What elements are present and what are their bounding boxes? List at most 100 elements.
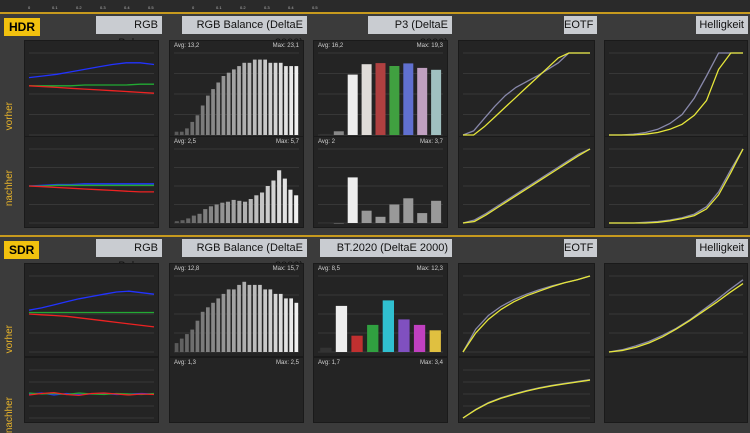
sdr-row-vorher-label: vorher <box>4 325 15 354</box>
bar <box>237 200 242 223</box>
bar <box>333 131 344 135</box>
bar <box>278 293 283 352</box>
hdr-rgb-vorher <box>24 40 159 140</box>
bar <box>294 195 299 224</box>
sdr-de-vorher-max: Max: 15,7 <box>272 266 299 272</box>
bar <box>284 66 288 135</box>
bar <box>367 324 379 352</box>
bar <box>333 223 344 224</box>
bar <box>206 307 210 352</box>
top-tick-label: 0 <box>28 5 31 10</box>
sdr-hell-vorher <box>604 263 748 357</box>
hdr-header-hell: Helligkeit <box>696 16 748 34</box>
bar <box>254 195 259 224</box>
top-axis: 0 0.1 0.2 0.3 0.4 0.5 0 0.1 0.2 0.3 0.4 0.5 <box>28 5 318 10</box>
bar <box>214 204 219 223</box>
bar <box>361 210 372 223</box>
bar <box>185 128 189 135</box>
bar <box>375 63 386 135</box>
bar <box>417 67 428 135</box>
bar <box>174 221 179 223</box>
bar <box>247 284 252 352</box>
top-tick-label: 0.1 <box>52 5 58 10</box>
hdr-de-nachher-max: Max: 5,7 <box>275 139 299 145</box>
bar <box>277 170 282 223</box>
bar <box>403 63 414 135</box>
bar <box>265 186 270 223</box>
hdr-hell-vorher <box>604 40 748 140</box>
hdr-gamut-nachher-avg: Avg: 2 <box>318 139 335 145</box>
hdr-row-nachher-label: nachher <box>4 170 15 207</box>
bar <box>289 66 293 135</box>
hdr-gamut-nachher: Avg: 2 Max: 3,7 <box>313 136 448 228</box>
top-tick-label: 0.3 <box>100 5 106 10</box>
sdr-eotf-nachher <box>458 357 595 423</box>
bar <box>361 64 372 135</box>
sdr-gamut-nachher: Avg: 1,7 Max: 3,4 <box>313 357 448 423</box>
hdr-header-eotf: EOTF <box>564 16 597 34</box>
top-tick-label: 0 <box>192 5 195 10</box>
sdr-de-nachher: Avg: 1,3 Max: 2,5 <box>169 357 304 423</box>
bar <box>347 177 358 223</box>
sdr-header-de: RGB Balance (DeltaE 2000) <box>182 239 307 272</box>
bar <box>226 289 231 352</box>
sdr-de-nachher-max: Max: 2,5 <box>275 360 299 366</box>
bar <box>242 281 247 352</box>
bar <box>200 105 205 135</box>
bar <box>179 131 184 135</box>
series-line-2 <box>28 185 154 193</box>
bar <box>271 180 276 223</box>
bar <box>429 330 441 352</box>
sdr-badge: SDR <box>4 241 40 259</box>
bar <box>195 320 200 352</box>
bar <box>403 198 414 223</box>
top-tick-label: 0.3 <box>264 5 270 10</box>
bar <box>180 220 185 223</box>
bar <box>319 223 330 224</box>
hdr-eotf-nachher <box>458 136 595 228</box>
hdr-de-vorher: Avg: 13,2 Max: 23,1 <box>169 40 304 140</box>
bar <box>431 200 442 223</box>
series-line-0 <box>462 378 591 419</box>
bar <box>260 192 265 223</box>
bar <box>431 69 442 135</box>
bar <box>225 201 230 223</box>
bar <box>398 319 410 352</box>
hdr-de-nachher: Avg: 2,5 Max: 5,7 <box>169 136 304 228</box>
hdr-gamut-vorher-avg: Avg: 16,2 <box>318 43 344 49</box>
sdr-eotf-vorher <box>458 263 595 357</box>
bar <box>174 131 179 135</box>
sdr-hell-nachher <box>604 357 748 423</box>
bar <box>232 69 236 135</box>
bar <box>278 62 283 135</box>
bar <box>263 59 267 135</box>
bar <box>248 199 253 223</box>
bar <box>185 334 189 352</box>
bar <box>190 121 195 135</box>
bar <box>417 213 428 223</box>
top-tick-label: 0.5 <box>148 5 154 10</box>
bar <box>282 178 287 223</box>
bar <box>242 62 247 135</box>
bar <box>191 215 196 223</box>
sdr-header-gamut: BT.2020 (DeltaE 2000) <box>320 239 452 257</box>
bar <box>243 201 248 223</box>
bar <box>221 76 226 135</box>
bar <box>263 289 267 352</box>
bar <box>382 300 394 352</box>
bar <box>351 335 363 352</box>
sdr-gamut-vorher: Avg: 8,5 Max: 12,3 <box>313 263 448 357</box>
bar <box>347 74 358 135</box>
hdr-eotf-vorher <box>458 40 595 140</box>
bar <box>268 289 273 352</box>
series-line-1 <box>29 184 154 187</box>
bar <box>203 209 208 223</box>
hdr-gamut-vorher: Avg: 16,2 Max: 19,3 <box>313 40 448 140</box>
series-line-0 <box>28 62 155 79</box>
sdr-header-eotf: EOTF <box>564 239 597 257</box>
hdr-header-rgb: RGB Balance <box>96 16 162 49</box>
sdr-gamut-vorher-avg: Avg: 8,5 <box>318 266 340 272</box>
sdr-de-vorher-avg: Avg: 12,8 <box>174 266 200 272</box>
bar <box>268 62 273 135</box>
series-line-1 <box>29 83 154 87</box>
